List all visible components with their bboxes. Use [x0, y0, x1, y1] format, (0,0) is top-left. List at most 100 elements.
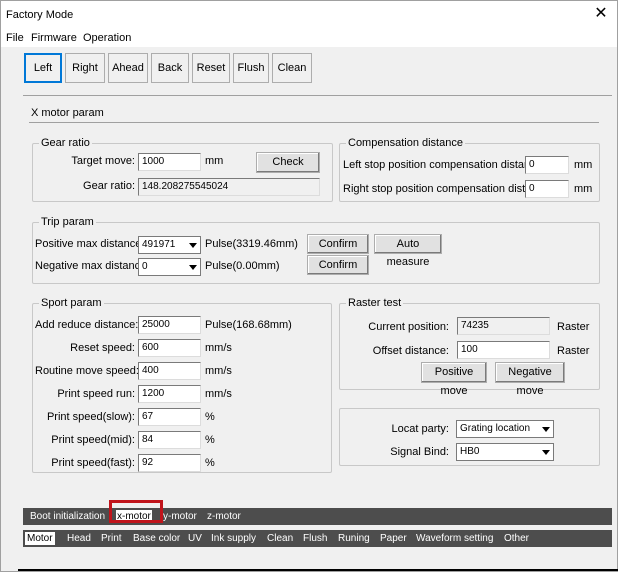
confirm-negative-button[interactable]: Confirm: [307, 255, 369, 275]
tab-paper[interactable]: Paper: [380, 532, 407, 545]
sport-row-input[interactable]: 84: [138, 431, 201, 449]
close-icon[interactable]: ✕: [593, 5, 609, 23]
x-motor-panel: X motor param Gear ratio Target move: 10…: [23, 95, 612, 497]
compensation-legend: Compensation distance: [346, 137, 465, 149]
sport-row-label: Routine move speed:: [35, 365, 139, 377]
left-button[interactable]: Left: [24, 53, 62, 83]
menu-file[interactable]: File: [6, 32, 24, 44]
sport-row-unit: %: [205, 411, 215, 423]
tab-motor[interactable]: Motor: [25, 532, 55, 545]
positive-max-select[interactable]: 491971: [138, 236, 201, 254]
ahead-button[interactable]: Ahead: [108, 53, 148, 83]
chevron-down-icon: [189, 265, 197, 270]
tab-waveform-setting[interactable]: Waveform setting: [416, 532, 493, 545]
sport-row-unit: %: [205, 434, 215, 446]
sport-row-input[interactable]: 92: [138, 454, 201, 472]
check-button[interactable]: Check: [256, 152, 320, 173]
auto-measure-button[interactable]: Auto measure: [374, 234, 442, 268]
target-move-unit: mm: [205, 155, 224, 167]
sport-row-label: Print speed(fast):: [51, 457, 135, 469]
sport-row-input[interactable]: 67: [138, 408, 201, 426]
flush-button[interactable]: Flush: [233, 53, 269, 83]
chevron-down-icon: [189, 243, 197, 248]
offset-distance-input[interactable]: 100: [457, 341, 550, 359]
menu-operation[interactable]: Operation: [83, 32, 131, 44]
sport-row-unit: mm/s: [205, 342, 232, 354]
signal-bind-label: Signal Bind:: [390, 446, 449, 458]
raster-test-legend: Raster test: [346, 297, 404, 309]
tab-print[interactable]: Print: [101, 532, 122, 545]
negative-max-select[interactable]: 0: [138, 258, 201, 276]
locat-party-label: Locat party:: [391, 423, 449, 435]
sport-row-unit: Pulse(168.68mm): [205, 319, 292, 331]
left-comp-unit: mm: [574, 159, 593, 171]
tab-base-color[interactable]: Base color: [133, 532, 180, 545]
right-comp-label: Right stop position compensation distanc…: [343, 183, 553, 195]
clean-button[interactable]: Clean: [272, 53, 312, 83]
confirm-positive-button[interactable]: Confirm: [307, 234, 369, 254]
sport-row-input[interactable]: 1200: [138, 385, 201, 403]
window-title: Factory Mode: [6, 9, 74, 21]
right-comp-unit: mm: [574, 183, 593, 195]
signal-bind-value: HB0: [460, 446, 480, 457]
positive-max-value: 491971: [142, 239, 176, 250]
tab-y-motor[interactable]: y-motor: [163, 510, 197, 523]
tab-boot-initialization[interactable]: Boot initialization: [30, 510, 105, 523]
title-bar: Factory Mode ✕: [1, 1, 617, 29]
positive-max-label: Positive max distance:: [35, 238, 145, 250]
tab-z-motor[interactable]: z-motor: [207, 510, 241, 523]
sport-row-label: Print speed(slow):: [46, 411, 135, 423]
trip-param-legend: Trip param: [39, 216, 96, 228]
tab-runing[interactable]: Runing: [338, 532, 370, 545]
reset-button[interactable]: Reset: [192, 53, 230, 83]
bottom-edge: [18, 569, 618, 571]
positive-pulse: Pulse(3319.46mm): [205, 238, 298, 250]
current-position-value: 74235: [457, 317, 550, 335]
gear-ratio-label: Gear ratio:: [83, 180, 135, 192]
positive-move-button[interactable]: Positive move: [421, 362, 487, 397]
sport-param-legend: Sport param: [39, 297, 104, 309]
sport-row-label: Add reduce distance:: [35, 319, 139, 331]
negative-max-label: Negative max distance:: [35, 260, 150, 272]
tab-other[interactable]: Other: [504, 532, 529, 545]
main-tab-bar: Motor Head Print Base color UV Ink suppl…: [23, 530, 612, 547]
factory-mode-window: Factory Mode ✕ File Firmware Operation L…: [0, 0, 618, 572]
chevron-down-icon: [542, 427, 550, 432]
sport-row-label: Reset speed:: [70, 342, 135, 354]
sport-row-unit: %: [205, 457, 215, 469]
locat-party-select[interactable]: Grating location: [456, 420, 554, 438]
offset-distance-label: Offset distance:: [372, 345, 449, 357]
sport-row-label: Print speed(mid):: [51, 434, 135, 446]
menu-firmware[interactable]: Firmware: [31, 32, 77, 44]
left-comp-label: Left stop position compensation distance…: [343, 159, 545, 171]
gear-ratio-legend: Gear ratio: [39, 137, 92, 149]
tab-flush[interactable]: Flush: [303, 532, 327, 545]
menu-bar: File Firmware Operation: [1, 29, 617, 47]
highlight-box: [109, 500, 163, 523]
negative-max-value: 0: [142, 261, 148, 272]
target-move-input[interactable]: 1000: [138, 153, 201, 171]
sport-row-unit: mm/s: [205, 365, 232, 377]
offset-distance-unit: Raster: [557, 345, 590, 357]
back-button[interactable]: Back: [151, 53, 189, 83]
sport-row-input[interactable]: 25000: [138, 316, 201, 334]
chevron-down-icon: [542, 450, 550, 455]
tab-uv[interactable]: UV: [188, 532, 202, 545]
current-position-unit: Raster: [557, 321, 590, 333]
tab-clean[interactable]: Clean: [267, 532, 293, 545]
sport-row-input[interactable]: 600: [138, 339, 201, 357]
sport-row-label: Print speed run:: [57, 388, 135, 400]
sport-row-input[interactable]: 400: [138, 362, 201, 380]
tab-head[interactable]: Head: [67, 532, 91, 545]
right-button[interactable]: Right: [65, 53, 105, 83]
locat-party-value: Grating location: [460, 423, 531, 434]
tab-ink-supply[interactable]: Ink supply: [211, 532, 256, 545]
signal-bind-select[interactable]: HB0: [456, 443, 554, 461]
current-position-label: Current position:: [368, 321, 449, 333]
sport-row-unit: mm/s: [205, 388, 232, 400]
left-comp-input[interactable]: 0: [525, 156, 569, 174]
negative-move-button[interactable]: Negative move: [495, 362, 565, 397]
right-comp-input[interactable]: 0: [525, 180, 569, 198]
panel-title: X motor param: [31, 107, 104, 119]
gear-ratio-value: 148.208275545024: [138, 178, 320, 196]
